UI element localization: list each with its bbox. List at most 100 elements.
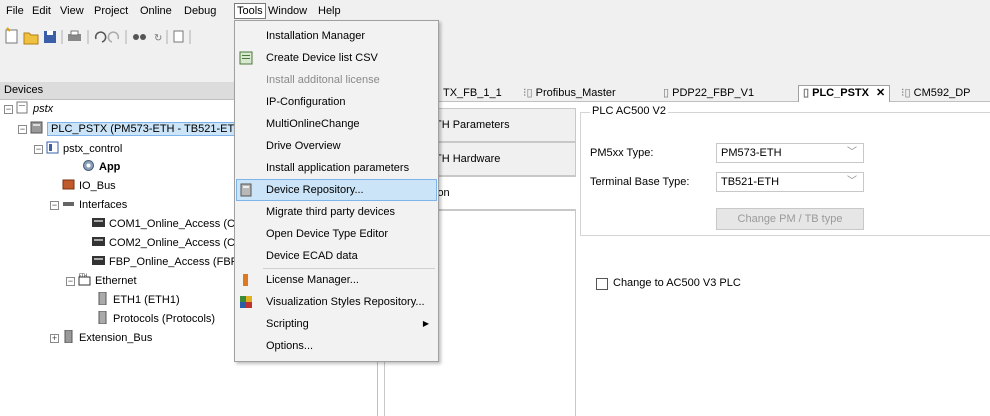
- collapse-toggle[interactable]: −: [18, 125, 27, 134]
- side-tab-label: TH Hardware: [435, 153, 501, 165]
- menu-edit[interactable]: Edit: [30, 4, 53, 20]
- tab-icon: ⁝▯: [523, 87, 533, 99]
- svg-text:ETH: ETH: [79, 273, 87, 278]
- tree-item-plc[interactable]: PLC_PSTX (PM573-ETH - TB521-ETH): [30, 120, 250, 138]
- com-icon: [92, 218, 105, 227]
- menu-item-label: Install additonal license: [266, 74, 380, 86]
- menu-item-license-manager[interactable]: License Manager...: [236, 269, 437, 291]
- new-file-icon[interactable]: [5, 27, 18, 44]
- device-list-icon: [239, 51, 253, 65]
- menu-item-install-license[interactable]: Install additonal license: [236, 69, 437, 91]
- collapse-toggle[interactable]: −: [50, 201, 59, 210]
- project-icon: [16, 101, 28, 114]
- tree-item-application[interactable]: pstx_control: [46, 140, 122, 158]
- collapse-toggle[interactable]: −: [4, 105, 13, 114]
- pm-type-value: PM573-ETH: [721, 147, 782, 159]
- open-folder-icon[interactable]: [23, 32, 39, 45]
- tree-label: PLC_PSTX (PM573-ETH - TB521-ETH): [47, 122, 250, 136]
- tb-type-label: Terminal Base Type:: [590, 176, 690, 188]
- menu-item-label: MultiOnlineChange: [266, 118, 360, 130]
- svg-text:↻: ↻: [154, 33, 162, 44]
- menu-item-migrate-devices[interactable]: Migrate third party devices: [236, 201, 437, 223]
- change-pm-tb-button[interactable]: Change PM / TB type: [716, 208, 864, 230]
- tb-type-select[interactable]: TB521-ETH ﹀: [716, 172, 864, 192]
- menu-item-install-app-params[interactable]: Install application parameters: [236, 157, 437, 179]
- print-icon[interactable]: [68, 30, 81, 41]
- tree-item-ethernet[interactable]: ETH Ethernet: [78, 272, 137, 290]
- menu-item-label: IP-Configuration: [266, 96, 346, 108]
- menu-item-label: Open Device Type Editor: [266, 228, 389, 240]
- tree-item-interfaces[interactable]: Interfaces: [62, 196, 127, 214]
- tab-icon: ▯: [803, 87, 810, 99]
- save-icon[interactable]: [44, 31, 56, 43]
- menu-item-installation-manager[interactable]: Installation Manager: [236, 25, 437, 47]
- tab-cm592[interactable]: ⁝▯ CM592_DP: [896, 85, 975, 102]
- replace-icon[interactable]: ↻: [154, 33, 162, 44]
- menu-item-label: Options...: [266, 340, 314, 352]
- redo-icon[interactable]: [107, 31, 120, 43]
- group-title: PLC AC500 V2: [590, 105, 668, 117]
- extension-bus-icon: [64, 330, 73, 343]
- menu-item-label: Device Repository...: [266, 184, 364, 196]
- tab-profibus-master[interactable]: ⁝▯ Profibus_Master: [518, 85, 621, 102]
- copy-icon[interactable]: [173, 30, 184, 43]
- tree-label: Protocols (Protocols): [113, 313, 216, 325]
- io-bus-icon: [62, 179, 75, 190]
- tree-label: pstx: [33, 103, 54, 115]
- undo-icon[interactable]: [94, 31, 107, 43]
- tab-plc-pstx[interactable]: ▯ PLC_PSTX ✕: [798, 85, 891, 102]
- menu-item-create-device-list[interactable]: Create Device list CSV: [236, 47, 437, 69]
- menu-item-label: Scripting: [266, 318, 309, 330]
- menu-debug[interactable]: Debug: [182, 4, 218, 20]
- styles-icon: [240, 296, 252, 308]
- menu-help[interactable]: Help: [316, 4, 343, 20]
- menu-project[interactable]: Project: [92, 4, 130, 20]
- v3-checkbox[interactable]: [596, 278, 608, 290]
- tree-item-io-bus[interactable]: IO_Bus: [62, 177, 116, 195]
- v3-checkbox-label: Change to AC500 V3 PLC: [613, 277, 741, 289]
- menu-item-label: Migrate third party devices: [266, 206, 395, 218]
- menu-item-visualization-styles[interactable]: Visualization Styles Repository...: [236, 291, 437, 313]
- menu-window[interactable]: Window: [266, 4, 309, 20]
- tab-label: PDP22_FBP_V1: [672, 87, 755, 99]
- pm-type-select[interactable]: PM573-ETH ﹀: [716, 143, 864, 163]
- menu-view[interactable]: View: [58, 4, 86, 20]
- menu-online[interactable]: Online: [138, 4, 174, 20]
- menu-item-device-type-editor[interactable]: Open Device Type Editor: [236, 223, 437, 245]
- tab-tx-fb[interactable]: TX_FB_1_1: [438, 85, 507, 102]
- tree-item-com1[interactable]: COM1_Online_Access (COM: [92, 215, 253, 233]
- tree-item-project[interactable]: pstx: [16, 100, 53, 118]
- submenu-arrow-icon: ▶: [422, 319, 429, 328]
- expand-toggle[interactable]: +: [50, 334, 59, 343]
- com-icon: [92, 256, 105, 265]
- tree-item-com2[interactable]: COM2_Online_Access (COM: [92, 234, 253, 252]
- application-folder-icon: [46, 141, 59, 154]
- tab-label: CM592_DP: [913, 87, 971, 99]
- find-icon[interactable]: [133, 34, 146, 40]
- tree-item-fbp[interactable]: FBP_Online_Access (FBP - O: [92, 253, 256, 271]
- tree-item-eth1[interactable]: ETH1 (ETH1): [96, 291, 180, 309]
- tree-label: Extension_Bus: [79, 332, 153, 344]
- tree-item-app[interactable]: App: [82, 158, 120, 176]
- menu-item-drive-overview[interactable]: Drive Overview: [236, 135, 437, 157]
- com-icon: [92, 237, 105, 246]
- tree-item-protocols[interactable]: Protocols (Protocols): [96, 310, 215, 328]
- collapse-toggle[interactable]: −: [66, 277, 75, 286]
- app-gear-icon: [83, 160, 94, 171]
- menu-file[interactable]: File: [4, 4, 26, 20]
- toolbar-icons: ↻: [5, 27, 191, 45]
- collapse-toggle[interactable]: −: [34, 145, 43, 154]
- menu-item-multi-online-change[interactable]: MultiOnlineChange: [236, 113, 437, 135]
- menu-item-ip-configuration[interactable]: IP-Configuration: [236, 91, 437, 113]
- close-icon[interactable]: ✕: [876, 87, 885, 99]
- menu-tools[interactable]: Tools: [234, 3, 266, 19]
- menu-item-options[interactable]: Options...: [236, 335, 437, 357]
- menu-item-device-repository[interactable]: Device Repository...: [236, 179, 437, 201]
- editor-tab-bar: TX_FB_1_1 ⁝▯ Profibus_Master ▯ PDP22_FBP…: [378, 82, 990, 102]
- menu-item-ecad-data[interactable]: Device ECAD data: [236, 245, 437, 267]
- menu-bar: File Edit View Project Online Debug Tool…: [0, 0, 990, 22]
- tree-label: App: [99, 161, 121, 173]
- tab-pdp22[interactable]: ▯ PDP22_FBP_V1: [658, 85, 759, 102]
- tree-item-extension-bus[interactable]: Extension_Bus: [62, 329, 152, 347]
- menu-item-scripting[interactable]: Scripting ▶: [236, 313, 437, 335]
